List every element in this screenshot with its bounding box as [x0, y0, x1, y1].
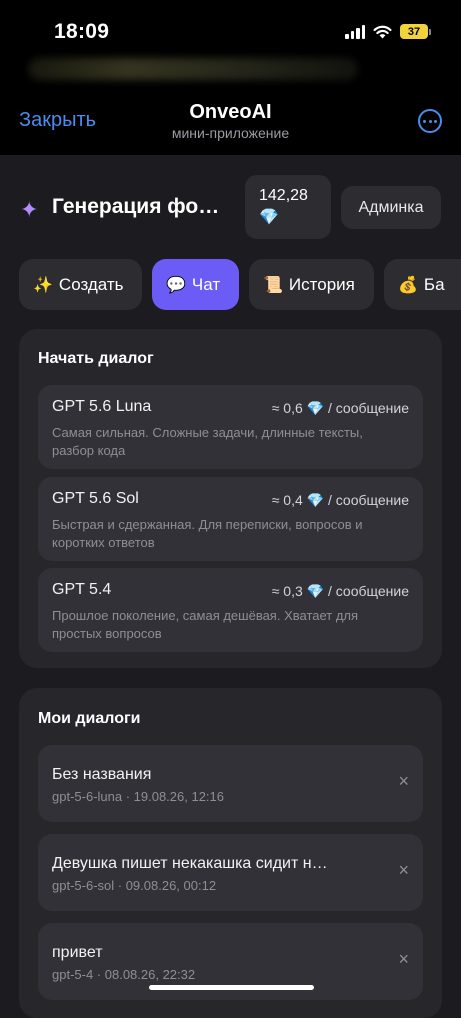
model-description: Быстрая и сдержанная. Для переписки, воп…	[52, 517, 363, 550]
delete-dialog-icon[interactable]: ×	[398, 771, 409, 792]
tab-label: Чат	[191, 274, 221, 294]
model-option-gpt-5-6-sol[interactable]: GPT 5.6 Sol ≈ 0,4 💎 / сообщение Быстрая …	[38, 477, 423, 561]
model-description: Прошлое поколение, самая дешёвая. Хватае…	[52, 608, 359, 641]
tab-label: Ба	[423, 274, 445, 294]
wifi-icon	[373, 25, 392, 38]
dialog-meta: gpt-5-6-luna · 19.08.26, 12:16	[52, 789, 225, 804]
status-time: 18:09	[54, 20, 110, 43]
app-header: 18:09 37 Закрыть OnveoAI мини-приложение	[0, 0, 461, 155]
tab-balance[interactable]: 💰 Ба	[384, 259, 461, 310]
model-option-gpt-5-4[interactable]: GPT 5.4 ≈ 0,3 💎 / сообщение Прошлое поко…	[38, 568, 423, 652]
my-dialogs-card: Мои диалоги Без названия gpt-5-6-luna · …	[19, 688, 442, 1018]
tab-label: История	[288, 274, 355, 294]
model-price: ≈ 0,3 💎 / сообщение	[271, 583, 409, 599]
model-description: Самая сильная. Сложные задачи, длинные т…	[52, 425, 363, 458]
status-icons: 37	[345, 24, 431, 39]
sparkle-icon: ✦	[20, 197, 39, 222]
page-title: Генерация фо…	[52, 195, 220, 218]
tab-history[interactable]: 📜 История	[249, 259, 374, 310]
model-option-gpt-5-6-luna[interactable]: GPT 5.6 Luna ≈ 0,6 💎 / сообщение Самая с…	[38, 385, 423, 469]
balance-badge[interactable]: 142,28 💎	[245, 175, 331, 239]
model-name: GPT 5.6 Sol	[52, 490, 139, 507]
sparkles-icon: ✨	[33, 276, 53, 294]
model-name: GPT 5.4	[52, 581, 112, 598]
more-options-icon[interactable]	[418, 109, 442, 133]
money-bag-icon: 💰	[398, 276, 418, 294]
balance-value: 142,28	[259, 187, 308, 204]
model-name: GPT 5.6 Luna	[52, 398, 152, 415]
dialog-title: привет	[52, 944, 103, 961]
model-price: ≈ 0,4 💎 / сообщение	[271, 492, 409, 508]
dialog-item[interactable]: Без названия gpt-5-6-luna · 19.08.26, 12…	[38, 745, 423, 822]
home-indicator	[149, 985, 314, 990]
delete-dialog-icon[interactable]: ×	[398, 860, 409, 881]
app-title: OnveoAI	[189, 101, 272, 123]
my-dialogs-title: Мои диалоги	[38, 710, 141, 727]
dialog-item[interactable]: Девушка пишет некакашка сидит н… gpt-5-6…	[38, 834, 423, 911]
blurred-banner	[28, 58, 358, 80]
start-dialog-card: Начать диалог GPT 5.6 Luna ≈ 0,6 💎 / соо…	[19, 329, 442, 668]
battery-level: 37	[400, 24, 428, 39]
start-dialog-title: Начать диалог	[38, 350, 154, 367]
cellular-signal-icon	[345, 24, 365, 39]
battery-icon: 37	[400, 24, 431, 39]
tab-chat[interactable]: 💬 Чат	[152, 259, 239, 310]
scroll-icon: 📜	[263, 276, 283, 294]
dialog-meta: gpt-5-4 · 08.08.26, 22:32	[52, 967, 196, 982]
admin-button[interactable]: Админка	[341, 186, 441, 229]
speech-bubble-icon: 💬	[166, 276, 186, 294]
diamond-icon: 💎	[259, 209, 279, 226]
dialog-title: Девушка пишет некакашка сидит н…	[52, 855, 328, 872]
dialog-title: Без названия	[52, 766, 152, 783]
model-price: ≈ 0,6 💎 / сообщение	[271, 400, 409, 416]
tab-create[interactable]: ✨ Создать	[19, 259, 142, 310]
delete-dialog-icon[interactable]: ×	[398, 949, 409, 970]
tab-label: Создать	[58, 274, 124, 294]
dialog-meta: gpt-5-6-sol · 09.08.26, 00:12	[52, 878, 217, 893]
app-subtitle: мини-приложение	[171, 125, 290, 141]
